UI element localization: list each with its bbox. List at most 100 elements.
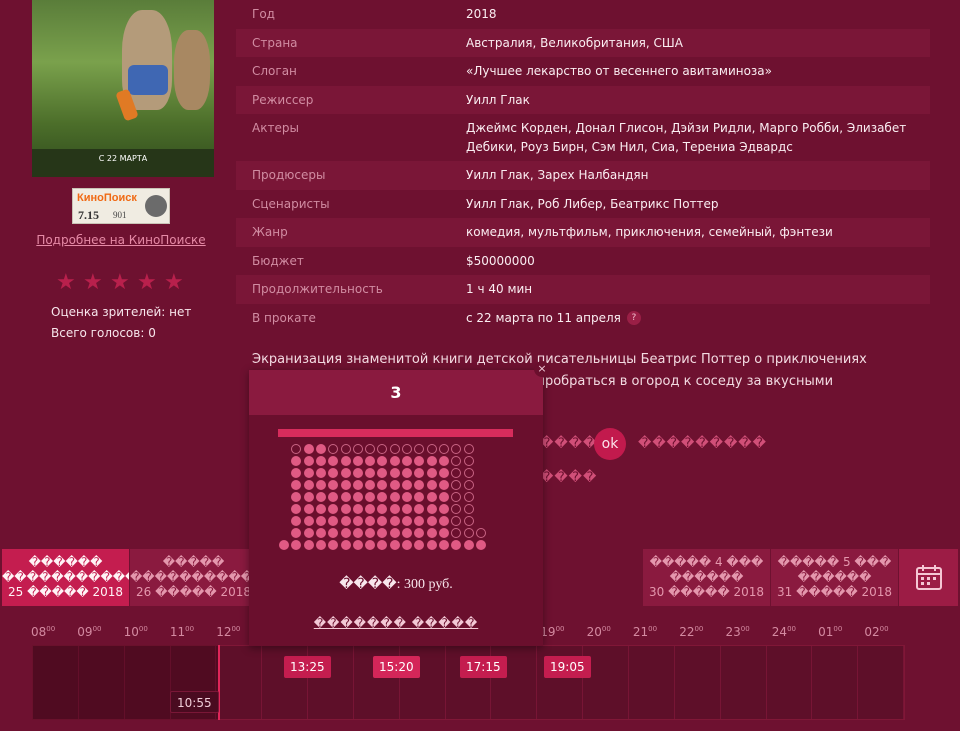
- seat[interactable]: [291, 480, 302, 490]
- seat[interactable]: [426, 468, 437, 478]
- buy-ticket-link[interactable]: ������� �����: [249, 616, 543, 630]
- ok-icon[interactable]: ok: [594, 428, 626, 460]
- star-icon[interactable]: ★: [83, 272, 105, 294]
- share-label-3[interactable]: ����: [540, 470, 597, 485]
- seat[interactable]: [303, 516, 314, 526]
- seat[interactable]: [365, 480, 376, 490]
- seat[interactable]: [365, 540, 376, 550]
- share-label-2[interactable]: ���������: [638, 436, 767, 451]
- seat[interactable]: [402, 516, 412, 526]
- date-tab[interactable]: �����������������26 ����� 2018: [130, 549, 257, 606]
- seat[interactable]: [402, 492, 412, 502]
- seat[interactable]: [377, 480, 388, 490]
- seat[interactable]: [438, 468, 449, 478]
- seat[interactable]: [340, 528, 351, 538]
- seat[interactable]: [315, 492, 326, 502]
- seat[interactable]: [303, 444, 314, 454]
- share-label[interactable]: ����: [540, 436, 597, 451]
- seat[interactable]: [426, 528, 437, 538]
- seat[interactable]: [402, 540, 412, 550]
- seat[interactable]: [438, 480, 449, 490]
- seat[interactable]: [414, 456, 425, 466]
- seat[interactable]: [389, 492, 400, 502]
- seat[interactable]: [328, 480, 339, 490]
- seat[interactable]: [291, 468, 302, 478]
- seat[interactable]: [402, 456, 412, 466]
- help-icon[interactable]: ?: [626, 311, 641, 325]
- seat[interactable]: [426, 540, 437, 550]
- rating-stars[interactable]: ★ ★ ★ ★ ★: [56, 272, 186, 294]
- star-icon[interactable]: ★: [110, 272, 132, 294]
- seat[interactable]: [291, 456, 302, 466]
- seat[interactable]: [328, 492, 339, 502]
- seat[interactable]: [303, 492, 314, 502]
- seat[interactable]: [328, 504, 339, 514]
- seat[interactable]: [340, 492, 351, 502]
- seat[interactable]: [389, 480, 400, 490]
- seat[interactable]: [328, 540, 339, 550]
- seat[interactable]: [426, 456, 437, 466]
- seat[interactable]: [340, 516, 351, 526]
- seat[interactable]: [377, 540, 388, 550]
- seat[interactable]: [438, 528, 449, 538]
- seat[interactable]: [291, 504, 302, 514]
- seat[interactable]: [389, 528, 400, 538]
- seat[interactable]: [426, 504, 437, 514]
- showtime-button[interactable]: 19:05: [544, 656, 591, 678]
- seat[interactable]: [315, 468, 326, 478]
- date-tab[interactable]: ����� 5 ��� ������ 31 ����� 2018: [771, 549, 898, 606]
- seat[interactable]: [352, 480, 363, 490]
- seat[interactable]: [377, 456, 388, 466]
- star-icon[interactable]: ★: [137, 272, 159, 294]
- seat[interactable]: [438, 504, 449, 514]
- seat[interactable]: [438, 540, 449, 550]
- seat[interactable]: [328, 516, 339, 526]
- seat[interactable]: [315, 504, 326, 514]
- seat[interactable]: [414, 540, 425, 550]
- seat[interactable]: [389, 540, 400, 550]
- seat[interactable]: [352, 504, 363, 514]
- seat[interactable]: [303, 480, 314, 490]
- star-icon[interactable]: ★: [164, 272, 186, 294]
- seat[interactable]: [291, 492, 302, 502]
- seat[interactable]: [365, 516, 376, 526]
- calendar-icon[interactable]: [899, 549, 958, 606]
- date-tab[interactable]: ����� 4 ��� ������ 30 ����� 2018: [643, 549, 770, 606]
- seat[interactable]: [389, 504, 400, 514]
- seat[interactable]: [365, 468, 376, 478]
- seat[interactable]: [315, 456, 326, 466]
- seat[interactable]: [426, 492, 437, 502]
- seat[interactable]: [389, 456, 400, 466]
- seat[interactable]: [328, 528, 339, 538]
- seat[interactable]: [389, 516, 400, 526]
- star-icon[interactable]: ★: [56, 272, 78, 294]
- seat[interactable]: [352, 468, 363, 478]
- seat[interactable]: [315, 444, 326, 454]
- seat[interactable]: [303, 528, 314, 538]
- seat[interactable]: [315, 480, 326, 490]
- seat[interactable]: [303, 456, 314, 466]
- seat[interactable]: [475, 540, 486, 550]
- seat[interactable]: [340, 456, 351, 466]
- seat[interactable]: [365, 456, 376, 466]
- seat[interactable]: [414, 480, 425, 490]
- seat[interactable]: [340, 504, 351, 514]
- seat[interactable]: [315, 528, 326, 538]
- seat[interactable]: [315, 540, 326, 550]
- seat[interactable]: [291, 528, 302, 538]
- showtime-button[interactable]: 17:15: [460, 656, 507, 678]
- kinopoisk-badge[interactable]: КиноПоиск 7.15 901: [72, 188, 170, 224]
- seat[interactable]: [340, 540, 351, 550]
- seat[interactable]: [377, 468, 388, 478]
- close-icon[interactable]: ×: [534, 361, 550, 377]
- seat[interactable]: [377, 492, 388, 502]
- seat[interactable]: [352, 492, 363, 502]
- seat[interactable]: [414, 468, 425, 478]
- seat[interactable]: [291, 516, 302, 526]
- seat[interactable]: [414, 528, 425, 538]
- seat[interactable]: [352, 456, 363, 466]
- seat[interactable]: [414, 516, 425, 526]
- seat[interactable]: [340, 468, 351, 478]
- seat[interactable]: [328, 468, 339, 478]
- seat[interactable]: [414, 504, 425, 514]
